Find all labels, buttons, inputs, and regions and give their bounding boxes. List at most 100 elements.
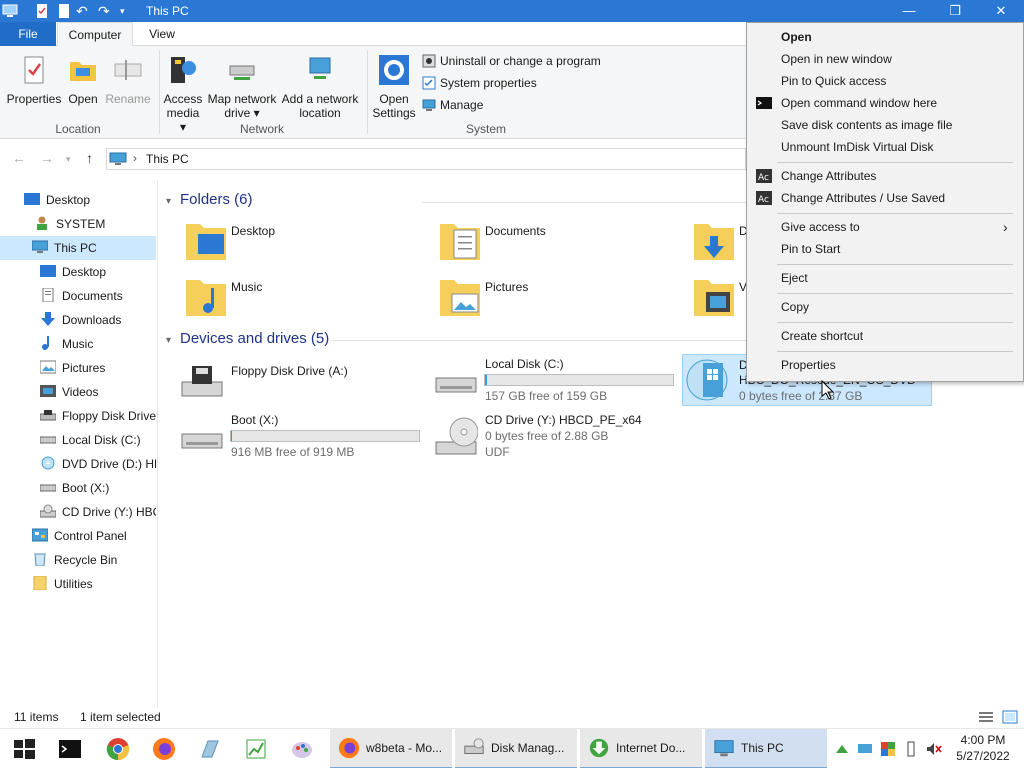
details-view-icon[interactable] bbox=[978, 710, 994, 724]
windows-start-icon[interactable] bbox=[12, 737, 36, 761]
nav-item-system-user[interactable]: SYSTEM bbox=[34, 212, 154, 236]
color-tray-icon[interactable] bbox=[880, 741, 896, 757]
forward-arrow-icon[interactable]: → bbox=[40, 150, 54, 166]
taskbar-button-firefox[interactable]: w8beta - Mo... bbox=[330, 729, 452, 768]
chrome-icon[interactable] bbox=[106, 737, 130, 761]
usb-tray-icon[interactable] bbox=[903, 741, 919, 757]
nav-item-boot-x[interactable]: Boot (X:) bbox=[40, 476, 156, 500]
new-folder-icon[interactable] bbox=[56, 3, 72, 19]
paint-app-icon[interactable] bbox=[290, 737, 314, 761]
tab-computer[interactable]: Computer bbox=[57, 22, 133, 47]
nav-item-local-disk-c[interactable]: Local Disk (C:) bbox=[40, 428, 156, 452]
nav-item-this-pc[interactable]: This PC bbox=[0, 236, 156, 260]
music-folder-icon bbox=[186, 280, 226, 316]
network-tray-icon[interactable] bbox=[834, 741, 850, 757]
nav-item-cd-drive-y[interactable]: CD Drive (Y:) HBC bbox=[40, 500, 156, 524]
drive-tile-floppy[interactable]: Floppy Disk Drive (A:) bbox=[178, 356, 418, 406]
attributes-icon: Ac bbox=[756, 191, 772, 205]
manage-button[interactable]: Manage bbox=[422, 96, 483, 114]
nav-item-downloads[interactable]: Downloads bbox=[40, 308, 156, 332]
rename-button[interactable]: Rename bbox=[104, 54, 152, 106]
breadcrumb-chevron-icon[interactable]: › bbox=[133, 151, 137, 165]
menu-item-change-attributes[interactable]: Ac Change Attributes bbox=[747, 165, 1023, 187]
chevron-down-icon: ▾ bbox=[166, 196, 172, 207]
svg-text:Ac: Ac bbox=[758, 195, 769, 205]
menu-item-eject[interactable]: Eject bbox=[747, 267, 1023, 289]
drive-tile-cd-y[interactable]: CD Drive (Y:) HBCD_PE_x64 0 bytes free o… bbox=[432, 412, 672, 462]
notes-app-icon[interactable] bbox=[198, 737, 222, 761]
disk-usage-bar-x bbox=[230, 430, 420, 442]
nav-item-music[interactable]: Music bbox=[40, 332, 156, 356]
title-bar[interactable]: ↶ ↷ ▾ This PC — ❐ ✕ bbox=[0, 0, 1024, 22]
redo-icon[interactable]: ↷ bbox=[98, 3, 114, 19]
folder-tile-pictures[interactable]: Pictures bbox=[432, 272, 672, 320]
open-settings-button[interactable]: Open Settings bbox=[370, 54, 418, 120]
menu-item-copy[interactable]: Copy bbox=[747, 296, 1023, 318]
folder-tile-music[interactable]: Music bbox=[178, 272, 418, 320]
nav-item-control-panel[interactable]: Control Panel bbox=[32, 524, 156, 548]
breadcrumb[interactable]: This PC bbox=[146, 152, 189, 166]
menu-item-pin-start[interactable]: Pin to Start bbox=[747, 238, 1023, 260]
menu-item-give-access[interactable]: Give access to › bbox=[747, 216, 1023, 238]
menu-item-open[interactable]: Open bbox=[747, 26, 1023, 48]
map-network-drive-button[interactable]: Map network drive ▾ bbox=[206, 54, 278, 120]
minimize-button[interactable]: — bbox=[886, 0, 932, 22]
properties-icon[interactable] bbox=[34, 3, 50, 19]
menu-item-pin-quick-access[interactable]: Pin to Quick access bbox=[747, 70, 1023, 92]
nav-item-videos[interactable]: Videos bbox=[40, 380, 156, 404]
back-arrow-icon[interactable]: ← bbox=[12, 150, 26, 166]
system-properties-button[interactable]: System properties bbox=[422, 74, 537, 92]
computer-icon[interactable] bbox=[2, 3, 18, 19]
nav-item-documents[interactable]: Documents bbox=[40, 284, 156, 308]
folder-tile-desktop[interactable]: Desktop bbox=[178, 216, 418, 264]
menu-item-properties[interactable]: Properties bbox=[747, 354, 1023, 376]
nav-item-desktop[interactable]: Desktop bbox=[40, 260, 156, 284]
add-network-location-button[interactable]: Add a network location bbox=[280, 54, 360, 120]
nav-item-desktop-root[interactable]: Desktop bbox=[24, 188, 154, 212]
menu-separator bbox=[777, 322, 1013, 323]
system-clock[interactable]: 4:00 PM 5/27/2022 bbox=[950, 732, 1016, 764]
command-prompt-icon bbox=[756, 97, 772, 109]
recent-locations-chevron-icon[interactable]: ▾ bbox=[66, 154, 71, 165]
open-button[interactable]: Open bbox=[64, 54, 102, 106]
this-pc-icon bbox=[109, 152, 127, 165]
menu-item-unmount-imdisk[interactable]: Unmount ImDisk Virtual Disk bbox=[747, 136, 1023, 158]
group-header-folders[interactable]: ▾ Folders (6) bbox=[166, 191, 253, 208]
taskbar-button-disk-management[interactable]: Disk Manag... bbox=[455, 729, 577, 768]
nav-item-recycle-bin[interactable]: Recycle Bin bbox=[32, 548, 156, 572]
folder-tile-documents[interactable]: Documents bbox=[432, 216, 672, 264]
command-prompt-icon[interactable] bbox=[58, 737, 82, 761]
menu-item-open-command-window[interactable]: Open command window here bbox=[747, 92, 1023, 114]
close-button[interactable]: ✕ bbox=[978, 0, 1024, 22]
drive-tile-local-disk-c[interactable]: Local Disk (C:) 157 GB free of 159 GB bbox=[432, 356, 674, 406]
uninstall-program-button[interactable]: Uninstall or change a program bbox=[422, 52, 601, 70]
properties-button[interactable]: Properties bbox=[6, 54, 62, 106]
nav-item-dvd-drive-d[interactable]: DVD Drive (D:) HB bbox=[40, 452, 156, 476]
chart-app-icon[interactable] bbox=[244, 737, 268, 761]
drive-tile-boot-x[interactable]: Boot (X:) 916 MB free of 919 MB bbox=[178, 412, 420, 462]
volume-muted-icon[interactable] bbox=[926, 741, 942, 757]
menu-item-create-shortcut[interactable]: Create shortcut bbox=[747, 325, 1023, 347]
nav-item-utilities[interactable]: Utilities bbox=[32, 572, 156, 596]
taskbar-button-internet-download[interactable]: Internet Do... bbox=[580, 729, 702, 768]
up-arrow-icon[interactable]: ↑ bbox=[86, 150, 93, 166]
large-icons-view-icon[interactable] bbox=[1002, 710, 1018, 724]
access-media-button[interactable]: Access media ▾ bbox=[162, 54, 204, 134]
taskbar-button-this-pc[interactable]: This PC bbox=[705, 729, 827, 768]
tab-file[interactable]: File bbox=[0, 22, 56, 46]
group-header-devices[interactable]: ▾ Devices and drives (5) bbox=[166, 330, 329, 347]
folder-tile-downloads[interactable]: D bbox=[686, 216, 748, 264]
chevron-down-icon[interactable]: ▾ bbox=[120, 3, 136, 19]
nav-item-pictures[interactable]: Pictures bbox=[40, 356, 156, 380]
firefox-icon[interactable] bbox=[152, 737, 176, 761]
tab-view[interactable]: View bbox=[136, 22, 188, 46]
undo-icon[interactable]: ↶ bbox=[76, 3, 92, 19]
maximize-button[interactable]: ❐ bbox=[932, 0, 978, 22]
monitor-tray-icon[interactable] bbox=[857, 741, 873, 757]
nav-item-floppy[interactable]: Floppy Disk Drive bbox=[40, 404, 156, 428]
menu-item-open-new-window[interactable]: Open in new window bbox=[747, 48, 1023, 70]
menu-item-change-attributes-saved[interactable]: Ac Change Attributes / Use Saved bbox=[747, 187, 1023, 209]
folder-tile-videos[interactable]: V bbox=[686, 272, 747, 320]
address-bar[interactable]: › This PC bbox=[106, 148, 746, 170]
menu-item-save-disk-image[interactable]: Save disk contents as image file bbox=[747, 114, 1023, 136]
